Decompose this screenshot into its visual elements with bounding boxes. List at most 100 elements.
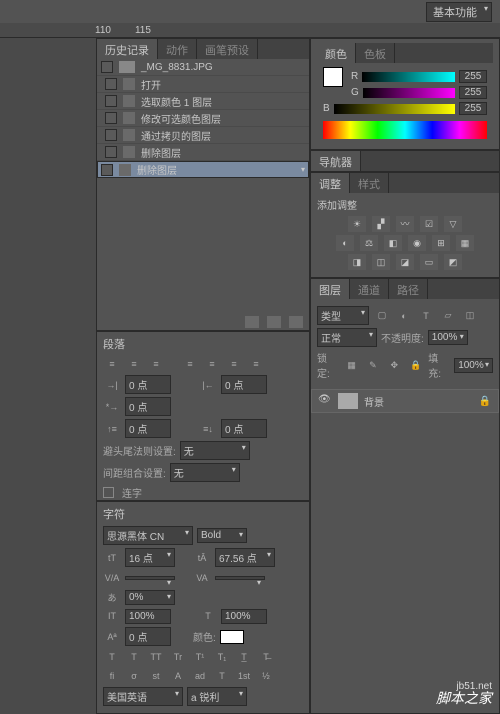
tracking-input[interactable] — [215, 576, 265, 580]
ligature-checkbox[interactable] — [103, 487, 114, 498]
bw-icon[interactable]: ◧ — [384, 235, 402, 251]
balance-icon[interactable]: ⚖ — [360, 235, 378, 251]
camera-icon[interactable] — [267, 316, 281, 328]
ot-1st-icon[interactable]: 1st — [235, 668, 253, 684]
font-family-select[interactable]: 思源黑体 CN — [103, 526, 193, 545]
lock-all-icon[interactable]: 🔒 — [407, 357, 424, 373]
align-right-icon[interactable]: ≡ — [147, 356, 165, 372]
indent-first-input[interactable]: 0 点 — [125, 397, 171, 416]
levels-icon[interactable]: ▞ — [372, 216, 390, 232]
fill-input[interactable]: 100% — [454, 358, 493, 373]
color-spectrum[interactable] — [323, 121, 487, 139]
photo-filter-icon[interactable]: ◉ — [408, 235, 426, 251]
strike-icon[interactable]: T̶ — [257, 649, 275, 665]
posterize-icon[interactable]: ◫ — [372, 254, 390, 270]
justify-right-icon[interactable]: ≡ — [225, 356, 243, 372]
history-item[interactable]: 删除图层 — [97, 144, 309, 161]
tab-styles[interactable]: 样式 — [350, 173, 389, 193]
opacity-input[interactable]: 100% — [428, 330, 468, 345]
tab-layers[interactable]: 图层 — [311, 279, 350, 299]
layer-row[interactable]: 👁背景🔒 — [311, 389, 499, 413]
justify-all-icon[interactable]: ≡ — [247, 356, 265, 372]
ot-frac-icon[interactable]: ½ — [257, 668, 275, 684]
indent-left-input[interactable]: 0 点 — [125, 375, 171, 394]
subscript-icon[interactable]: T₁ — [213, 649, 231, 665]
history-item[interactable]: 通过拷贝的图层 — [97, 127, 309, 144]
invert-icon[interactable]: ◨ — [348, 254, 366, 270]
mixer-icon[interactable]: ⊞ — [432, 235, 450, 251]
lock-pos-icon[interactable]: ✥ — [386, 357, 403, 373]
history-item[interactable]: 选取颜色 1 图层 — [97, 93, 309, 110]
justify-left-icon[interactable]: ≡ — [181, 356, 199, 372]
tab-color[interactable]: 颜色 — [317, 43, 356, 63]
language-select[interactable]: 美国英语 — [103, 687, 183, 706]
lock-trans-icon[interactable]: ▦ — [343, 357, 360, 373]
align-center-icon[interactable]: ≡ — [125, 356, 143, 372]
hscale-input[interactable]: 100% — [221, 609, 267, 624]
underline-icon[interactable]: T̲ — [235, 649, 253, 665]
tab-brush[interactable]: 画笔预设 — [197, 39, 258, 59]
gradient-map-icon[interactable]: ▭ — [420, 254, 438, 270]
tab-channels[interactable]: 通道 — [350, 279, 389, 299]
font-weight-select[interactable]: Bold — [197, 528, 247, 543]
baseline-input[interactable]: 0 点 — [125, 627, 171, 646]
text-color-swatch[interactable] — [220, 630, 244, 644]
selective-icon[interactable]: ◩ — [444, 254, 462, 270]
tab-actions[interactable]: 动作 — [158, 39, 197, 59]
exposure-icon[interactable]: ☑ — [420, 216, 438, 232]
italic-icon[interactable]: T — [125, 649, 143, 665]
new-snapshot-icon[interactable] — [245, 316, 259, 328]
brightness-icon[interactable]: ☀ — [348, 216, 366, 232]
filter-type-icon[interactable]: T — [417, 308, 435, 324]
trash-icon[interactable] — [289, 316, 303, 328]
history-item[interactable]: 修改可选颜色图层 — [97, 110, 309, 127]
filter-smart-icon[interactable]: ◫ — [461, 308, 479, 324]
tab-swatches[interactable]: 色板 — [356, 43, 395, 63]
filter-shape-icon[interactable]: ▱ — [439, 308, 457, 324]
history-item-selected[interactable]: 删除图层 — [97, 161, 309, 178]
indent-right-input[interactable]: 0 点 — [221, 375, 267, 394]
ot-swash-icon[interactable]: σ — [125, 668, 143, 684]
allcaps-icon[interactable]: TT — [147, 649, 165, 665]
lock-paint-icon[interactable]: ✎ — [364, 357, 381, 373]
ot-ad-icon[interactable]: ad — [191, 668, 209, 684]
ot-a-icon[interactable]: A — [169, 668, 187, 684]
r-value[interactable]: 255 — [459, 70, 487, 83]
filter-pixel-icon[interactable]: ▢ — [373, 308, 391, 324]
justify-center-icon[interactable]: ≡ — [203, 356, 221, 372]
hue-icon[interactable]: ◐ — [336, 235, 354, 251]
leading-input[interactable]: 67.56 点 — [215, 548, 275, 567]
tab-navigator[interactable]: 导航器 — [311, 151, 361, 171]
foreground-swatch[interactable] — [323, 67, 343, 87]
vibrance-icon[interactable]: ▽ — [444, 216, 462, 232]
kinsoku-select[interactable]: 无 — [180, 441, 250, 460]
ot-fi-icon[interactable]: fi — [103, 668, 121, 684]
tab-history[interactable]: 历史记录 — [97, 39, 158, 59]
visibility-icon[interactable]: 👁 — [318, 394, 332, 408]
smallcaps-icon[interactable]: Tr — [169, 649, 187, 665]
lookup-icon[interactable]: ▦ — [456, 235, 474, 251]
tab-paths[interactable]: 路径 — [389, 279, 428, 299]
blend-mode-select[interactable]: 正常 — [317, 328, 377, 347]
tab-adjustments[interactable]: 调整 — [311, 173, 350, 193]
antialiasing-select[interactable]: a 锐利 — [187, 687, 247, 706]
threshold-icon[interactable]: ◪ — [396, 254, 414, 270]
vscale-input[interactable]: 100% — [125, 609, 171, 624]
kerning-input[interactable] — [125, 576, 175, 580]
curves-icon[interactable]: 〰 — [396, 216, 414, 232]
space-after-input[interactable]: 0 点 — [221, 419, 267, 438]
ot-st-icon[interactable]: st — [147, 668, 165, 684]
b-value[interactable]: 255 — [459, 102, 487, 115]
workspace-dropdown[interactable]: 基本功能 — [426, 2, 492, 22]
superscript-icon[interactable]: T¹ — [191, 649, 209, 665]
filter-adj-icon[interactable]: ◐ — [395, 308, 413, 324]
space-before-input[interactable]: 0 点 — [125, 419, 171, 438]
tsume-input[interactable]: 0% — [125, 590, 175, 605]
ot-t-icon[interactable]: T — [213, 668, 231, 684]
history-item[interactable]: 打开 — [97, 76, 309, 93]
bold-icon[interactable]: T — [103, 649, 121, 665]
filter-kind-select[interactable]: 类型 — [317, 306, 369, 325]
history-root[interactable]: _MG_8831.JPG — [97, 59, 309, 76]
align-left-icon[interactable]: ≡ — [103, 356, 121, 372]
mojikumi-select[interactable]: 无 — [170, 463, 240, 482]
